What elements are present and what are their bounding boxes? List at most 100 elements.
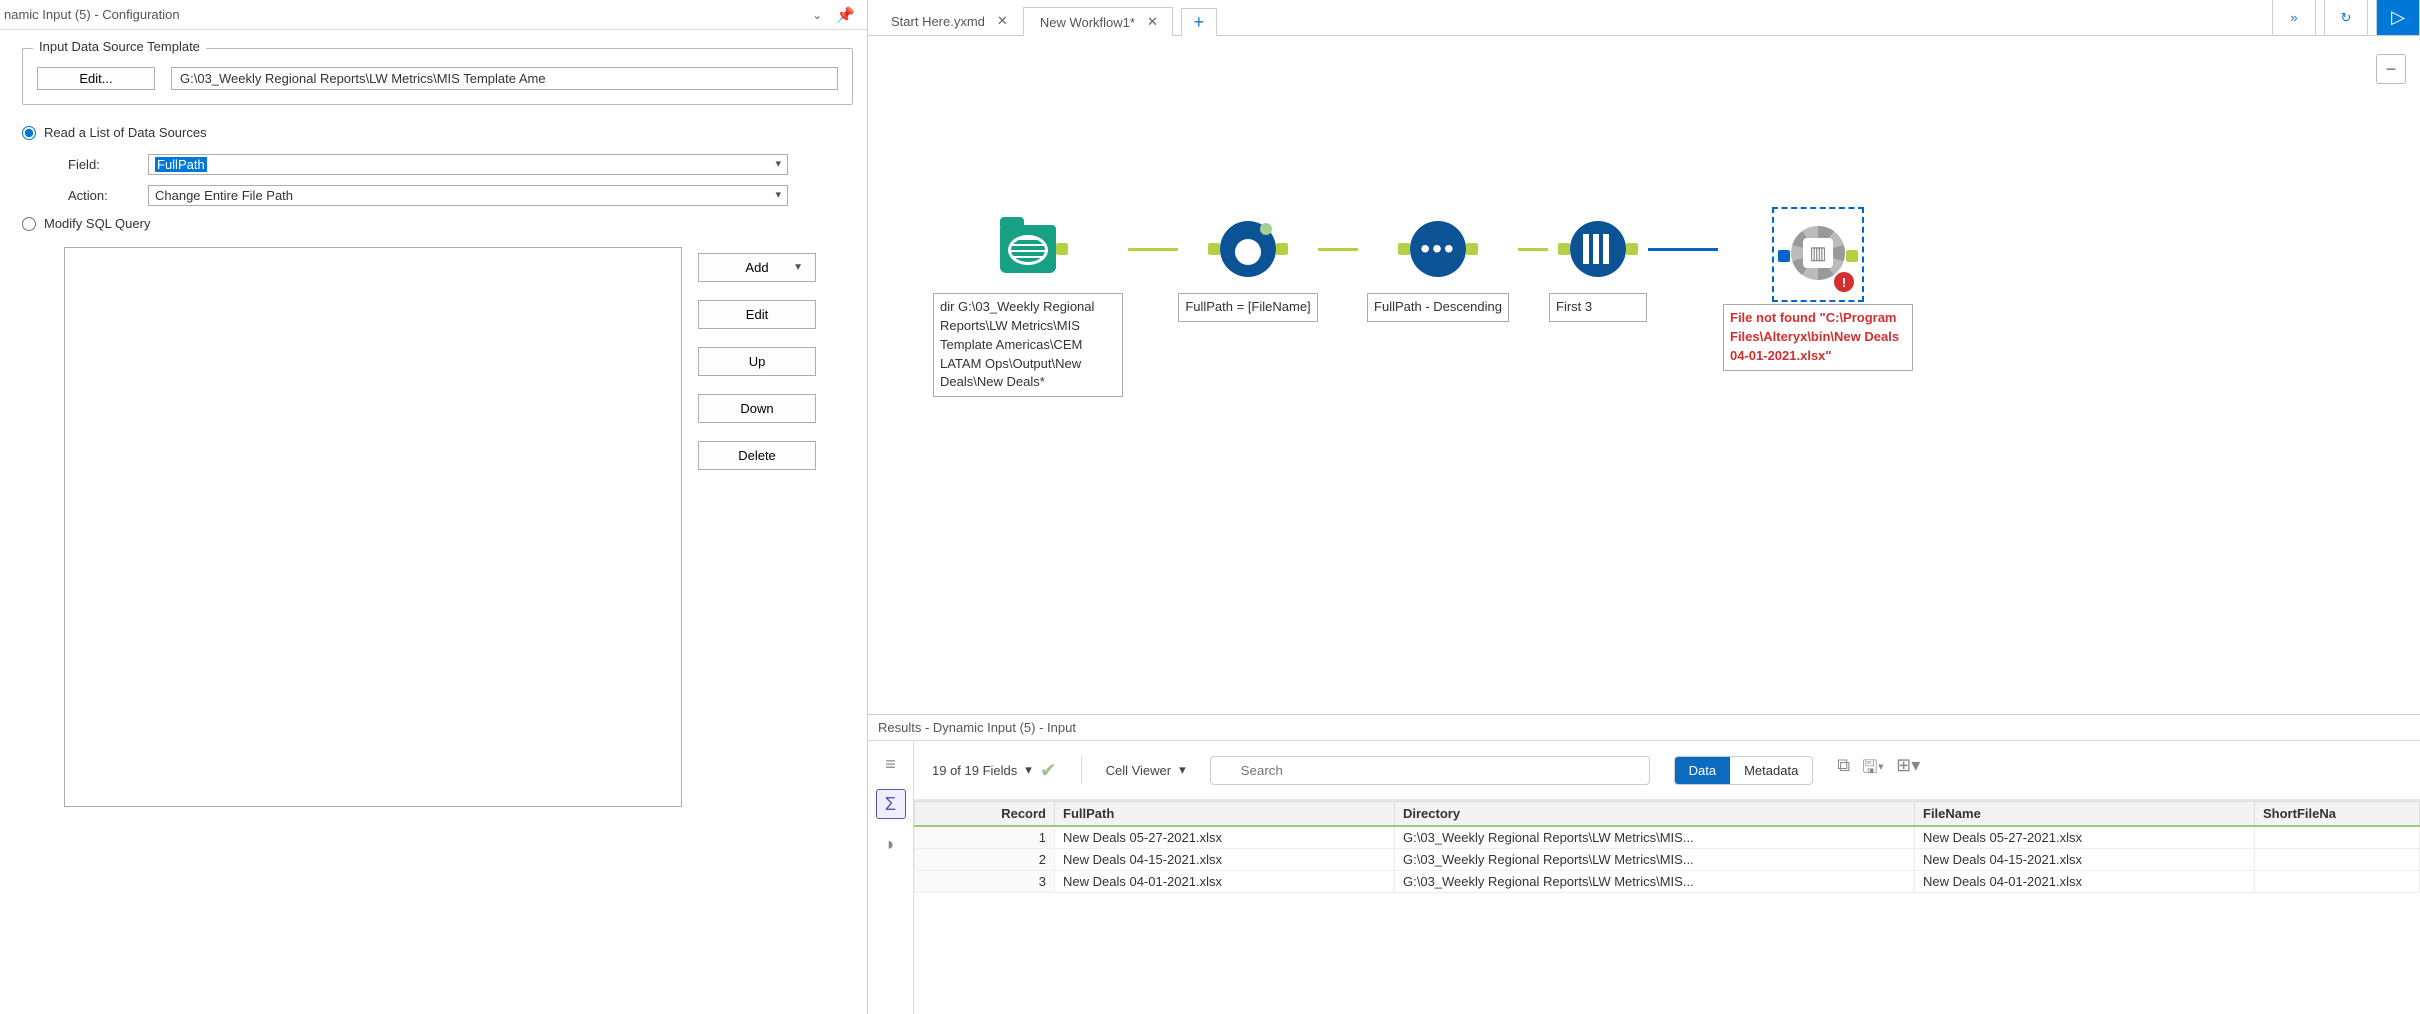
sample-icon [1570, 221, 1626, 277]
output-port[interactable] [1276, 243, 1288, 255]
cell-record: 2 [915, 849, 1055, 871]
action-label: Action: [68, 188, 134, 203]
tab-new-workflow[interactable]: New Workflow1* ✕ [1023, 7, 1173, 36]
template-fieldset: Input Data Source Template Edit... G:\03… [22, 48, 853, 105]
results-title: Results - Dynamic Input (5) - Input [868, 715, 2420, 741]
config-panel: namic Input (5) - Configuration ⌄ 📌 Inpu… [0, 0, 868, 1014]
output-anchor-icon[interactable]: ◗ [876, 829, 906, 859]
formula-tool-node[interactable] [1218, 219, 1278, 279]
cell-shortfilename [2255, 871, 2420, 893]
input-port[interactable] [1558, 243, 1570, 255]
fields-selector[interactable]: 19 of 19 Fields ▾ ✔ [932, 758, 1057, 783]
config-body: Input Data Source Template Edit... G:\03… [0, 30, 867, 1014]
selected-node-box: ! [1784, 219, 1852, 290]
pin-icon[interactable]: 📌 [830, 6, 861, 24]
add-button[interactable]: Add [698, 253, 816, 282]
radio-sql[interactable]: Modify SQL Query [22, 216, 853, 231]
cell-viewer-dropdown[interactable]: Cell Viewer ▾ [1106, 762, 1186, 778]
chevron-down-icon: ▾ [1025, 762, 1032, 778]
table-row[interactable]: 2New Deals 04-15-2021.xlsxG:\03_Weekly R… [915, 849, 2420, 871]
cell-record: 1 [915, 826, 1055, 849]
cellviewer-label: Cell Viewer [1106, 763, 1172, 778]
formula-icon [1220, 221, 1276, 277]
results-panel: Results - Dynamic Input (5) - Input ≡ Σ … [868, 714, 2420, 1014]
action-select[interactable]: Change Entire File Path [148, 185, 788, 206]
output-port[interactable] [1846, 250, 1858, 262]
config-header: namic Input (5) - Configuration ⌄ 📌 [0, 0, 867, 30]
right-panel: Start Here.yxmd ✕ New Workflow1* ✕ + » ↻… [868, 0, 2420, 1014]
search-input[interactable] [1210, 756, 1650, 785]
template-path-field[interactable]: G:\03_Weekly Regional Reports\LW Metrics… [171, 67, 838, 90]
connector [1128, 248, 1178, 251]
sql-listbox[interactable] [64, 247, 682, 807]
col-header-filename[interactable]: FileName [1915, 802, 2255, 827]
cell-directory: G:\03_Weekly Regional Reports\LW Metrics… [1395, 871, 1915, 893]
node-annotation: FullPath = [FileName] [1178, 293, 1317, 322]
chevron-down-icon[interactable]: ⌄ [804, 8, 830, 22]
edit-template-button[interactable]: Edit... [37, 67, 155, 90]
tab-start-here[interactable]: Start Here.yxmd ✕ [874, 6, 1023, 35]
tabbar: Start Here.yxmd ✕ New Workflow1* ✕ + » ↻… [868, 0, 2420, 36]
sort-tool-node[interactable]: ••• [1408, 219, 1468, 279]
col-header-fullpath[interactable]: FullPath [1055, 802, 1395, 827]
sigma-icon[interactable]: Σ [876, 789, 906, 819]
connector [1518, 248, 1548, 251]
radio-read-list[interactable]: Read a List of Data Sources [22, 125, 853, 140]
radio-read-label: Read a List of Data Sources [44, 125, 207, 140]
node-annotation: First 3 [1549, 293, 1647, 322]
results-grid[interactable]: Record FullPath Directory FileName Short… [914, 801, 2420, 1014]
workflow-canvas[interactable]: − dir G:\03_Weekly Regional Reports\LW M… [868, 36, 2420, 714]
sort-icon: ••• [1410, 221, 1466, 277]
close-icon[interactable]: ✕ [997, 13, 1008, 29]
cell-fullpath: New Deals 04-15-2021.xlsx [1055, 849, 1395, 871]
table-row[interactable]: 1New Deals 05-27-2021.xlsxG:\03_Weekly R… [915, 826, 2420, 849]
cell-filename: New Deals 05-27-2021.xlsx [1915, 826, 2255, 849]
cell-filename: New Deals 04-01-2021.xlsx [1915, 871, 2255, 893]
close-icon[interactable]: ✕ [1147, 14, 1158, 30]
history-icon[interactable]: ↻ [2324, 0, 2368, 35]
metadata-tab[interactable]: Metadata [1730, 757, 1812, 784]
table-row[interactable]: 3New Deals 04-01-2021.xlsxG:\03_Weekly R… [915, 871, 2420, 893]
check-icon: ✔ [1040, 758, 1057, 783]
save-icon[interactable]: 🖫▾ [1862, 755, 1884, 785]
edit-button[interactable]: Edit [698, 300, 816, 329]
add-tab-button[interactable]: + [1181, 8, 1217, 36]
up-button[interactable]: Up [698, 347, 816, 376]
field-value: FullPath [155, 157, 207, 172]
col-header-directory[interactable]: Directory [1395, 802, 1915, 827]
overflow-button[interactable]: » [2272, 0, 2316, 35]
output-port[interactable] [1626, 243, 1638, 255]
col-header-record[interactable]: Record [915, 802, 1055, 827]
folder-icon [1000, 225, 1056, 273]
input-port[interactable] [1208, 243, 1220, 255]
radio-sql-input[interactable] [22, 217, 36, 231]
delete-button[interactable]: Delete [698, 441, 816, 470]
output-port[interactable] [1466, 243, 1478, 255]
results-toolbar: 19 of 19 Fields ▾ ✔ Cell Viewer ▾ Data [914, 741, 2420, 801]
directory-tool-node[interactable] [998, 219, 1058, 279]
new-window-icon[interactable]: ⊞▾ [1896, 755, 1920, 785]
field-select[interactable]: FullPath [148, 154, 788, 175]
data-metadata-toggle: Data Metadata [1674, 756, 1814, 785]
input-port[interactable] [1398, 243, 1410, 255]
cell-shortfilename [2255, 826, 2420, 849]
run-button[interactable]: ▷ [2376, 0, 2420, 35]
field-label: Field: [68, 157, 134, 172]
input-port[interactable] [1778, 250, 1790, 262]
node-annotation: FullPath - Descending [1367, 293, 1509, 322]
dynamic-input-tool-node[interactable]: ! [1788, 226, 1848, 286]
rows-icon[interactable]: ≡ [876, 749, 906, 779]
chevron-down-icon: ▾ [1179, 762, 1186, 778]
col-header-shortfilename[interactable]: ShortFileNa [2255, 802, 2420, 827]
collapse-button[interactable]: − [2376, 54, 2406, 84]
copy-icon[interactable]: ⧉ [1837, 755, 1850, 785]
sample-tool-node[interactable] [1568, 219, 1628, 279]
down-button[interactable]: Down [698, 394, 816, 423]
data-tab[interactable]: Data [1675, 757, 1730, 784]
radio-read-input[interactable] [22, 126, 36, 140]
cell-filename: New Deals 04-15-2021.xlsx [1915, 849, 2255, 871]
node-annotation: dir G:\03_Weekly Regional Reports\LW Met… [933, 293, 1123, 397]
output-port[interactable] [1056, 243, 1068, 255]
action-value: Change Entire File Path [155, 188, 293, 203]
tab-label: Start Here.yxmd [891, 14, 985, 29]
